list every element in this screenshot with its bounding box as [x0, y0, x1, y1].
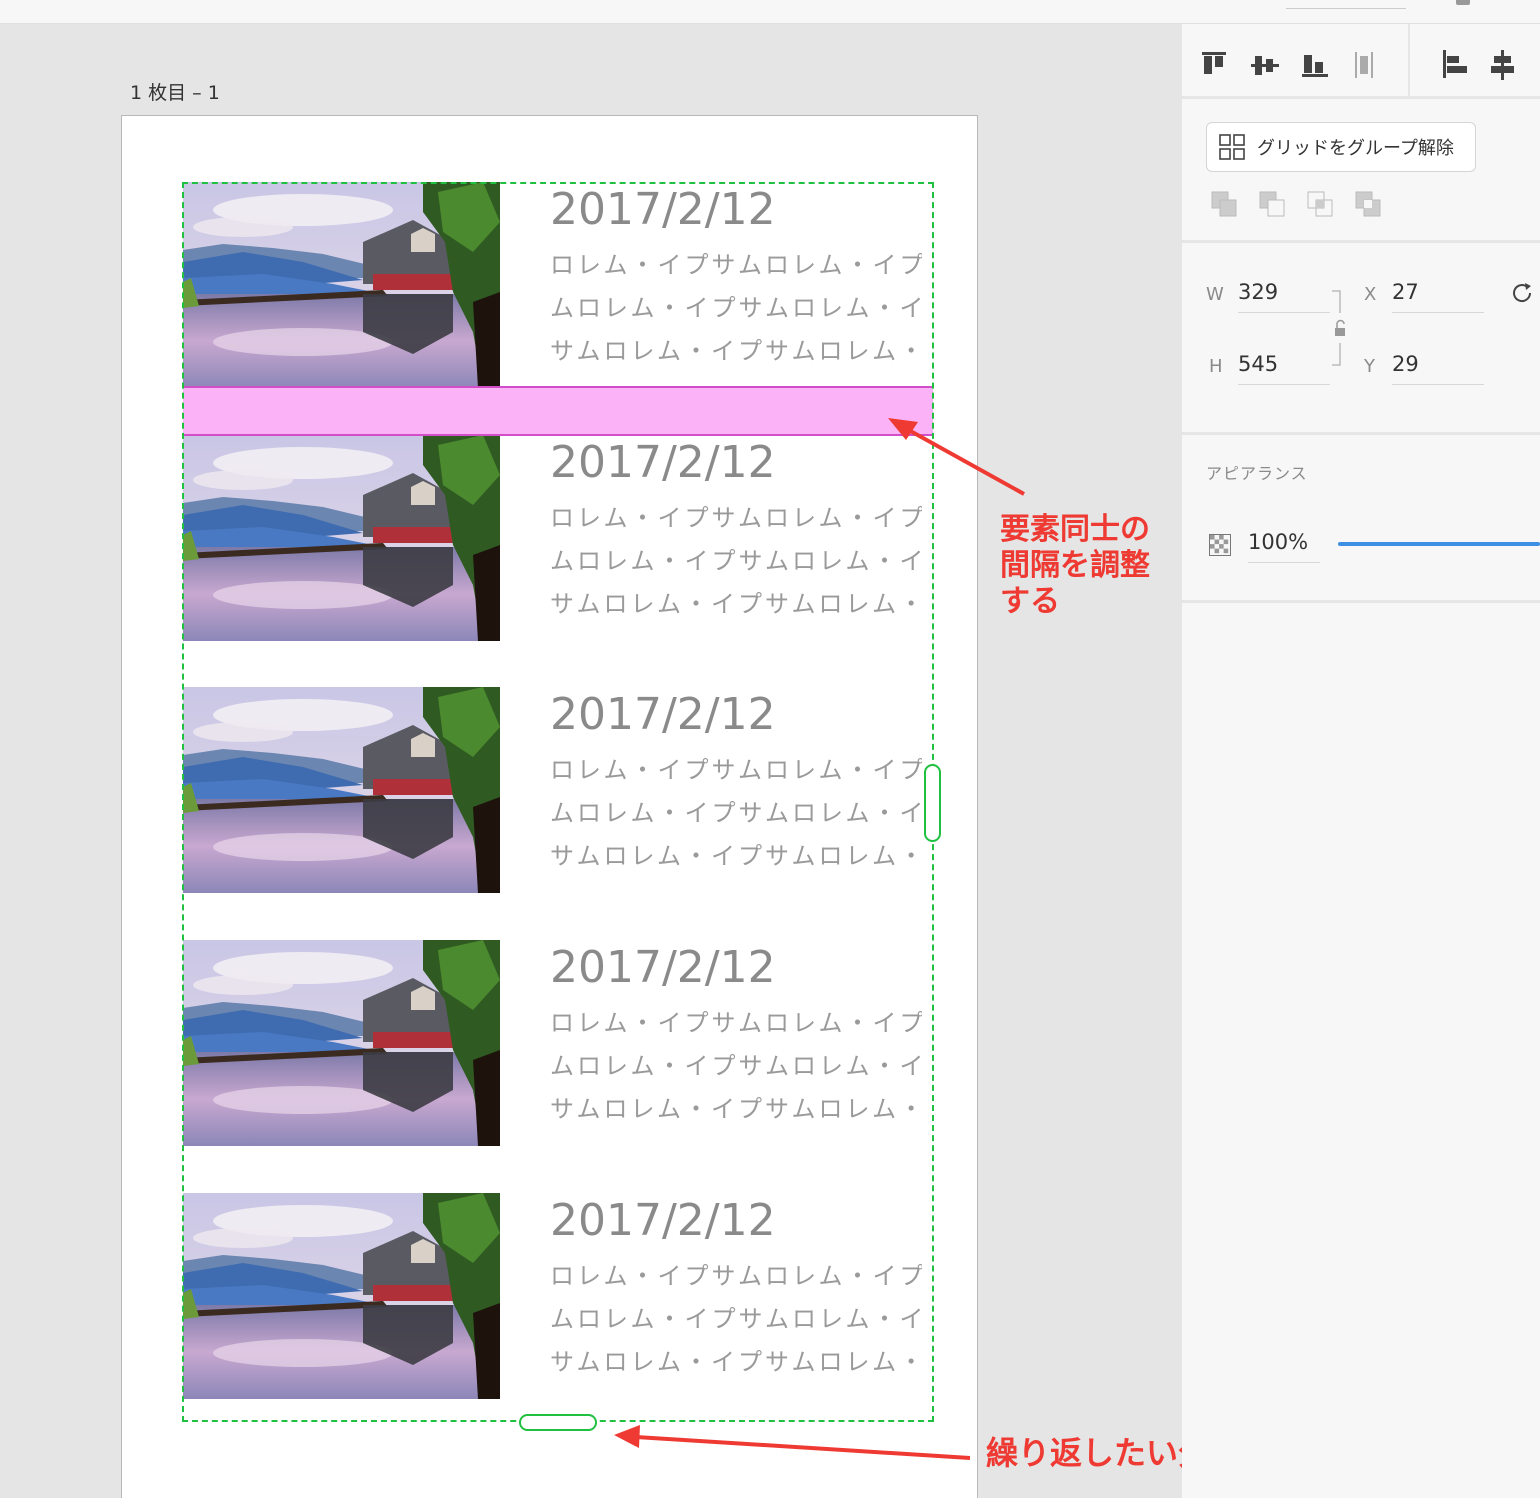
- y-field[interactable]: 29: [1392, 352, 1484, 385]
- width-field[interactable]: 329: [1238, 280, 1330, 313]
- height-field[interactable]: 545: [1238, 352, 1330, 385]
- boolean-subtract-icon[interactable]: [1258, 190, 1288, 220]
- align-left-icon[interactable]: [1440, 48, 1470, 82]
- align-center-icon[interactable]: [1488, 48, 1518, 82]
- boolean-intersect-icon[interactable]: [1306, 190, 1336, 220]
- y-label: Y: [1364, 356, 1375, 377]
- opacity-slider[interactable]: [1338, 542, 1540, 546]
- lock-aspect-icon[interactable]: [1330, 290, 1348, 366]
- gap-annotation-line-2: 間隔を調整: [1000, 548, 1150, 583]
- align-top-icon[interactable]: [1200, 48, 1230, 82]
- align-middle-icon[interactable]: [1250, 48, 1280, 82]
- ungroup-grid-label: グリッドをグループ解除: [1257, 138, 1454, 159]
- gap-annotation: 要素同士の 間隔を調整 する: [1000, 512, 1180, 620]
- opacity-field[interactable]: 100%: [1248, 530, 1320, 563]
- gap-arrow-line: [904, 426, 1025, 496]
- appearance-section-title: アピアランス: [1206, 464, 1308, 483]
- gap-annotation-line-1: 要素同士の: [1000, 512, 1150, 547]
- height-label: H: [1209, 356, 1223, 377]
- rotate-icon[interactable]: [1509, 280, 1535, 306]
- grid-icon: [1219, 134, 1245, 160]
- boolean-add-icon[interactable]: [1210, 190, 1240, 220]
- opacity-checker-icon: [1209, 534, 1231, 556]
- drag-arrow-head: [614, 1425, 640, 1448]
- panel-divider: [1408, 24, 1410, 96]
- align-bottom-icon[interactable]: [1300, 48, 1330, 82]
- x-label: X: [1364, 284, 1377, 305]
- distribute-horizontal-icon[interactable]: [1350, 48, 1380, 82]
- gap-arrow-head: [888, 418, 918, 440]
- width-label: W: [1206, 284, 1224, 305]
- gap-annotation-line-3: する: [1000, 584, 1060, 619]
- panel-separator: [1182, 600, 1540, 603]
- panel-separator: [1182, 240, 1540, 243]
- panel-separator: [1182, 432, 1540, 435]
- ungroup-grid-button[interactable]: グリッドをグループ解除: [1206, 122, 1476, 172]
- boolean-exclude-icon[interactable]: [1354, 190, 1384, 220]
- panel-separator: [1182, 96, 1540, 99]
- property-inspector: グリッドをグループ解除 W 329 X 27 H 545 Y 29 アピアランス…: [1182, 24, 1540, 1498]
- x-field[interactable]: 27: [1392, 280, 1484, 313]
- drag-arrow-line: [635, 1435, 971, 1460]
